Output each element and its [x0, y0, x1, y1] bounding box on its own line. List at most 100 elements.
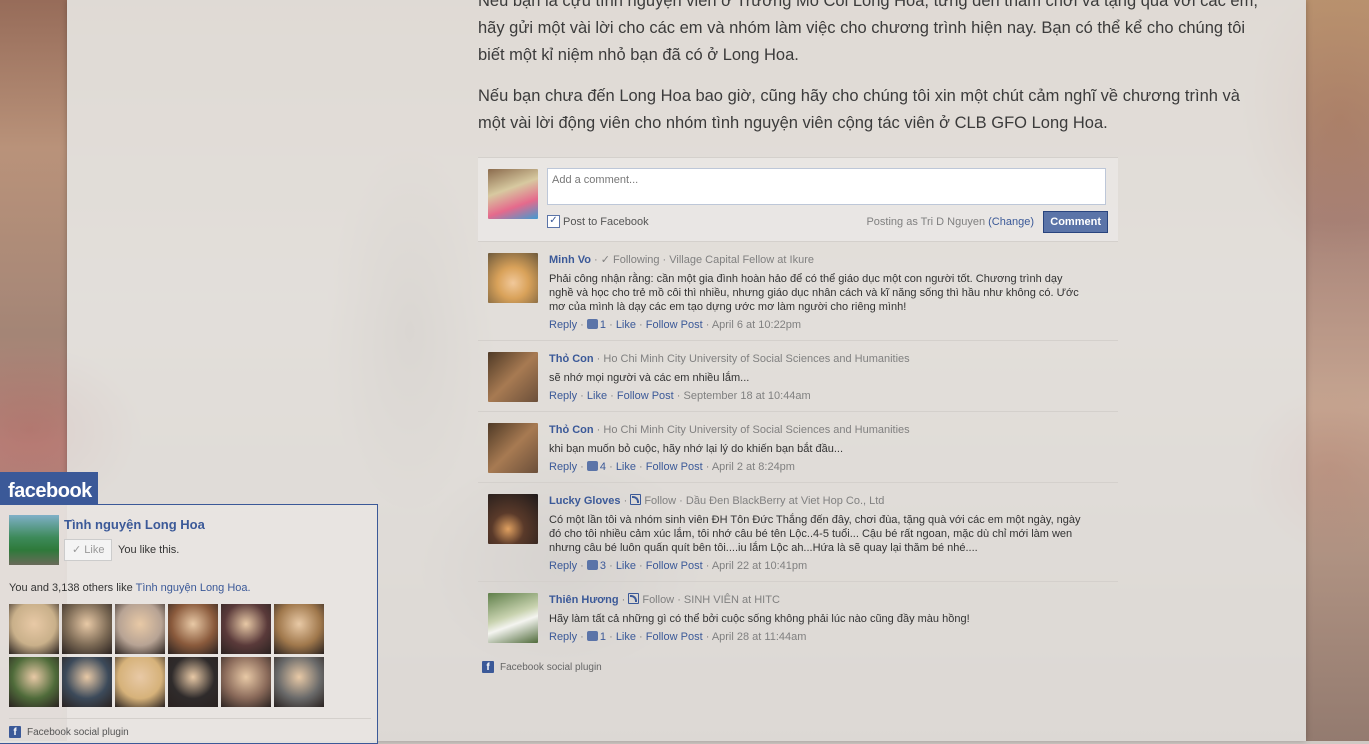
post-to-facebook-option[interactable]: ✓ Post to Facebook [547, 215, 649, 228]
fan-avatar[interactable] [221, 604, 271, 654]
checkbox-icon[interactable]: ✓ [547, 215, 560, 228]
posting-as: Posting as Tri D Nguyen (Change) [866, 216, 1034, 228]
rss-icon [628, 593, 640, 604]
change-account-link[interactable]: (Change) [988, 216, 1034, 228]
thumbs-up-icon [586, 631, 598, 641]
social-plugin-footer[interactable]: f Facebook social plugin [478, 661, 1118, 673]
like-link[interactable]: Like [616, 461, 636, 473]
like-link[interactable]: Like [616, 560, 636, 572]
rss-icon [630, 494, 642, 505]
like-link[interactable]: Like [587, 390, 607, 402]
comment-input[interactable]: Add a comment... [547, 168, 1106, 205]
comment-text: Hãy làm tất cả những gì có thể bởi cuộc … [549, 613, 970, 625]
thumbs-up-icon [586, 560, 598, 570]
comment-meta: Dầu Đen BlackBerry at Viet Hop Co., Ltd [685, 495, 885, 507]
reply-link[interactable]: Reply [549, 560, 577, 572]
comment-item: Thiên Hương · Follow · SINH VIÊN at HITC… [478, 582, 1118, 652]
fan-avatar[interactable] [62, 604, 112, 654]
fan-avatar[interactable] [168, 604, 218, 654]
avatar [488, 169, 538, 219]
comment-meta: Village Capital Fellow at Ikure [669, 254, 814, 266]
comment-author[interactable]: Lucky Gloves [549, 495, 621, 507]
reply-link[interactable]: Reply [549, 319, 577, 331]
reply-link[interactable]: Reply [549, 631, 577, 643]
comment-item: Lucky Gloves · Follow · Dầu Đen BlackBer… [478, 483, 1118, 582]
reply-link[interactable]: Reply [549, 461, 577, 473]
comment-item: Thỏ Con · Ho Chi Minh City University of… [478, 412, 1118, 483]
avatar [488, 253, 538, 303]
comment-item: Minh Vo · ✓ Following · Village Capital … [478, 242, 1118, 341]
comment-button[interactable]: Comment [1043, 211, 1108, 233]
like-count[interactable]: 3 [600, 560, 606, 572]
comment-author[interactable]: Thỏ Con [549, 424, 594, 436]
follow-post-link[interactable]: Follow Post [646, 461, 703, 473]
fan-avatar[interactable] [274, 657, 324, 707]
comment-meta: Ho Chi Minh City University of Social Sc… [603, 353, 910, 365]
check-icon: ✓ [600, 254, 610, 266]
comment-date[interactable]: April 28 at 11:44am [712, 631, 807, 643]
facebook-comments-plugin: Add a comment... ✓ Post to Facebook Post… [478, 157, 1118, 673]
page-link[interactable]: Tình nguyện Long Hoa. [136, 582, 251, 594]
comment-text: Có một lần tôi và nhóm sinh viên ĐH Tôn … [549, 514, 1081, 554]
page-name-link[interactable]: Tình nguyện Long Hoa [64, 517, 205, 532]
intro-paragraph-2: Nếu bạn chưa đến Long Hoa bao giờ, cũng … [478, 87, 1240, 132]
fan-faces [9, 604, 329, 707]
facebook-icon: f [9, 726, 21, 738]
comment-text: khi bạn muốn bỏ cuộc, hãy nhớ lại lý do … [549, 443, 844, 455]
comment-text: Phải công nhận rằng: cần một gia đình ho… [549, 273, 1079, 313]
comment-compose: Add a comment... ✓ Post to Facebook Post… [478, 157, 1118, 242]
comment-date[interactable]: September 18 at 10:44am [684, 390, 811, 402]
follow-post-link[interactable]: Follow Post [617, 390, 674, 402]
you-like-text: You like this. [118, 544, 180, 556]
comment-date[interactable]: April 6 at 10:22pm [712, 319, 801, 331]
follow-author-link[interactable]: Follow [642, 594, 674, 606]
fan-avatar[interactable] [9, 604, 59, 654]
intro-paragraph-1: Nếu bạn là cựu tình nguyện viên ở Trường… [478, 0, 1258, 64]
fan-avatar[interactable] [9, 657, 59, 707]
reply-link[interactable]: Reply [549, 390, 577, 402]
intro-text: Nếu bạn là cựu tình nguyện viên ở Trường… [478, 0, 1278, 151]
like-count[interactable]: 4 [600, 461, 606, 473]
like-link[interactable]: Like [616, 319, 636, 331]
like-page-button[interactable]: ✓ Like [64, 539, 113, 561]
like-count[interactable]: 1 [600, 631, 606, 643]
thumbs-up-icon [586, 461, 598, 471]
follow-post-link[interactable]: Follow Post [646, 319, 703, 331]
likebox-footer[interactable]: f Facebook social plugin [9, 718, 371, 738]
facebook-likebox-tab[interactable]: facebook [0, 472, 98, 504]
fan-avatar[interactable] [62, 657, 112, 707]
following-status[interactable]: Following [613, 254, 659, 266]
avatar [488, 593, 538, 643]
like-link[interactable]: Like [616, 631, 636, 643]
fan-avatar[interactable] [221, 657, 271, 707]
facebook-likebox: Tình nguyện Long Hoa ✓ Like You like thi… [0, 504, 378, 744]
post-to-facebook-label: Post to Facebook [563, 215, 649, 228]
comment-date[interactable]: April 2 at 8:24pm [712, 461, 795, 473]
fan-avatar[interactable] [115, 604, 165, 654]
comment-author[interactable]: Thiên Hương [549, 594, 619, 606]
likes-count: You and 3,138 others like Tình nguyện Lo… [9, 582, 251, 594]
follow-post-link[interactable]: Follow Post [646, 560, 703, 572]
fan-avatar[interactable] [274, 604, 324, 654]
facebook-icon: f [482, 661, 494, 673]
page-avatar[interactable] [9, 515, 59, 565]
avatar [488, 352, 538, 402]
thumbs-up-icon [586, 319, 598, 329]
comment-author[interactable]: Minh Vo [549, 254, 591, 266]
comment-meta: Ho Chi Minh City University of Social Sc… [603, 424, 910, 436]
comment-list: Minh Vo · ✓ Following · Village Capital … [478, 242, 1118, 652]
avatar [488, 423, 538, 473]
check-icon: ✓ [72, 544, 82, 556]
comment-meta: SINH VIÊN at HITC [683, 594, 780, 606]
avatar [488, 494, 538, 544]
background-right-strip [1306, 0, 1369, 741]
fan-avatar[interactable] [115, 657, 165, 707]
comment-item: Thỏ Con · Ho Chi Minh City University of… [478, 341, 1118, 412]
fan-avatar[interactable] [168, 657, 218, 707]
comment-date[interactable]: April 22 at 10:41pm [712, 560, 807, 572]
follow-post-link[interactable]: Follow Post [646, 631, 703, 643]
like-count[interactable]: 1 [600, 319, 606, 331]
follow-author-link[interactable]: Follow [644, 495, 676, 507]
comment-author[interactable]: Thỏ Con [549, 353, 594, 365]
comment-text: sẽ nhớ mọi người và các em nhiều lắm... [549, 372, 750, 384]
